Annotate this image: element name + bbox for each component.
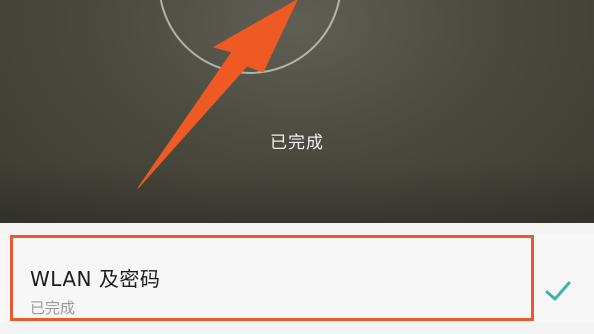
highlight-box xyxy=(10,235,534,321)
setup-screen: 已完成 WLAN 及密码 已完成 xyxy=(0,0,594,334)
progress-ring xyxy=(158,0,342,74)
setup-step-list: WLAN 及密码 已完成 xyxy=(0,223,594,334)
hero-status-text: 已完成 xyxy=(270,133,324,153)
progress-hero: 已完成 xyxy=(0,0,594,223)
check-icon xyxy=(545,281,571,301)
